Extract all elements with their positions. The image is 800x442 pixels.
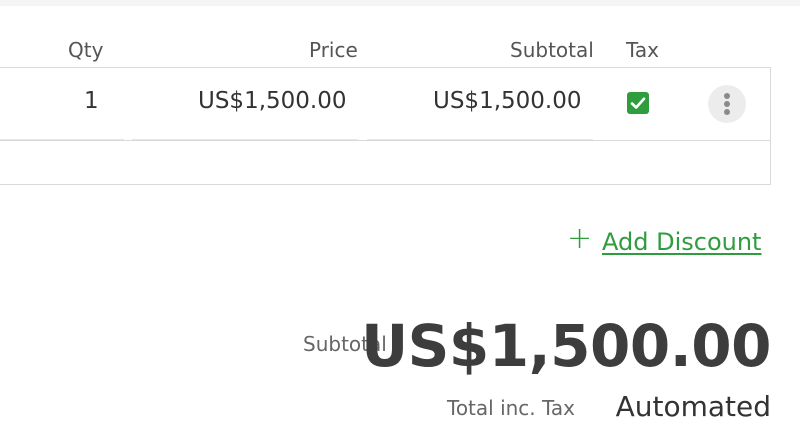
row-divider: [0, 140, 771, 141]
top-strip: [0, 0, 800, 6]
column-header-tax: Tax: [626, 38, 659, 62]
price-field-underline: [132, 139, 358, 140]
subtotal-value: US$1,500.00: [361, 312, 771, 380]
row-more-options-button[interactable]: [708, 85, 746, 123]
line-items-table: [0, 67, 771, 185]
price-field[interactable]: US$1,500.00: [198, 88, 347, 114]
add-discount-label: Add Discount: [602, 228, 762, 256]
column-header-subtotal: Subtotal: [510, 38, 594, 62]
tax-checkbox[interactable]: [627, 92, 649, 114]
total-inc-tax-label: Total inc. Tax: [447, 396, 576, 420]
subtotal-field-underline: [367, 139, 593, 140]
total-inc-tax-value: Automated: [615, 390, 771, 423]
qty-field[interactable]: 1: [84, 88, 99, 114]
qty-field-underline: [0, 139, 124, 140]
column-header-price: Price: [309, 38, 358, 62]
checkmark-icon: [630, 97, 646, 109]
plus-icon: +: [567, 221, 593, 256]
line-subtotal-value: US$1,500.00: [433, 88, 582, 114]
column-header-qty: Qty: [68, 38, 104, 62]
